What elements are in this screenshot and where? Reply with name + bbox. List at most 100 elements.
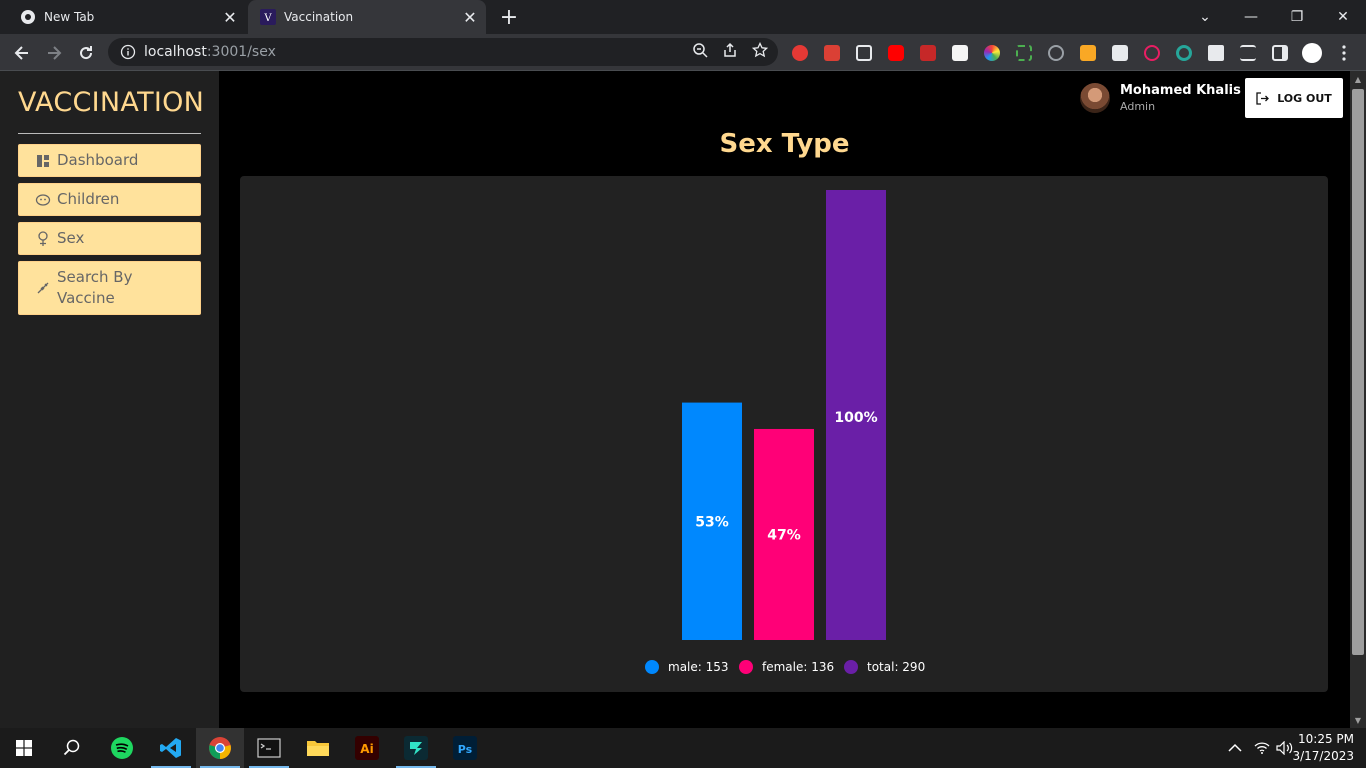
reload-button[interactable] bbox=[72, 39, 100, 67]
sidebar-item-label: Search By Vaccine bbox=[57, 268, 133, 307]
tab-title: New Tab bbox=[44, 10, 95, 24]
sidebar-item-label: Dashboard bbox=[57, 151, 139, 169]
legend-marker-female[interactable] bbox=[739, 660, 753, 674]
terminal-icon[interactable] bbox=[245, 728, 293, 768]
scrollbar-thumb[interactable] bbox=[1352, 89, 1364, 655]
svg-text:Ai: Ai bbox=[360, 742, 373, 756]
bar-label-total: 100% bbox=[834, 410, 877, 426]
logout-icon bbox=[1256, 91, 1270, 105]
legend-marker-male[interactable] bbox=[645, 660, 659, 674]
page-title: Sex Type bbox=[719, 129, 850, 159]
female-symbol-icon bbox=[35, 230, 51, 247]
clock-date: 3/17/2023 bbox=[1292, 749, 1354, 763]
tab-close-icon[interactable]: ✕ bbox=[460, 7, 480, 27]
legend-label-female[interactable]: female: 136 bbox=[762, 660, 834, 674]
scroll-up-icon[interactable]: ▲ bbox=[1350, 71, 1366, 87]
address-bar[interactable]: localhost:3001/sex bbox=[108, 38, 778, 66]
clock-time: 10:25 PM bbox=[1298, 732, 1354, 746]
url-path: :3001/sex bbox=[206, 44, 276, 60]
baby-face-icon bbox=[35, 192, 51, 208]
brand-title[interactable]: VACCINATION bbox=[18, 87, 204, 118]
site-info-icon[interactable] bbox=[120, 44, 136, 60]
new-tab-button[interactable]: + bbox=[498, 5, 520, 30]
svg-text:Ps: Ps bbox=[458, 743, 473, 756]
avatar bbox=[1080, 83, 1110, 113]
legend-label-total[interactable]: total: 290 bbox=[867, 660, 925, 674]
dashboard-icon bbox=[35, 153, 51, 169]
extension-honey-icon[interactable] bbox=[1076, 41, 1100, 65]
volume-icon[interactable] bbox=[1276, 728, 1294, 768]
search-icon[interactable] bbox=[48, 728, 96, 768]
file-explorer-icon[interactable] bbox=[294, 728, 342, 768]
filmora-icon[interactable] bbox=[392, 728, 440, 768]
extension-window-icon[interactable] bbox=[852, 41, 876, 65]
sidebar: VACCINATION Dashboard Children Sex Searc… bbox=[0, 71, 219, 728]
close-window-button[interactable]: ✕ bbox=[1320, 0, 1366, 34]
wifi-icon[interactable] bbox=[1254, 728, 1270, 768]
extension-stop-icon[interactable] bbox=[788, 41, 812, 65]
sidebar-item-sex[interactable]: Sex bbox=[18, 222, 201, 255]
chrome-taskbar-icon[interactable] bbox=[196, 728, 244, 768]
page-scrollbar[interactable]: ▲ ▼ bbox=[1350, 71, 1366, 728]
user-profile[interactable]: Mohamed Khalis Admin bbox=[1080, 83, 1241, 113]
scroll-down-icon[interactable]: ▼ bbox=[1350, 712, 1366, 728]
sidebar-item-children[interactable]: Children bbox=[18, 183, 201, 216]
show-hidden-icons-icon[interactable] bbox=[1228, 728, 1242, 768]
tab-search-chevron-icon[interactable]: ⌄ bbox=[1182, 0, 1228, 34]
sidebar-item-label: Sex bbox=[57, 229, 85, 247]
browser-menu-icon[interactable] bbox=[1332, 41, 1356, 65]
windows-start-icon[interactable] bbox=[0, 728, 48, 768]
sidebar-item-label: Children bbox=[57, 190, 120, 208]
back-button[interactable] bbox=[8, 39, 36, 67]
extension-play-icon[interactable] bbox=[1140, 41, 1164, 65]
bookmark-star-icon[interactable] bbox=[752, 42, 768, 58]
svg-text:V: V bbox=[263, 13, 272, 24]
zoom-icon[interactable] bbox=[692, 42, 708, 58]
tab-close-icon[interactable]: ✕ bbox=[220, 7, 240, 27]
bar-label-female: 47% bbox=[767, 527, 801, 543]
spotify-icon[interactable] bbox=[98, 728, 146, 768]
logout-button[interactable]: LOG OUT bbox=[1245, 78, 1343, 118]
photoshop-icon[interactable]: Ps bbox=[441, 728, 489, 768]
side-panel-icon[interactable] bbox=[1268, 41, 1292, 65]
vscode-icon[interactable] bbox=[147, 728, 195, 768]
windows-taskbar: Ai Ps 10:25 PM 3/17/2023 bbox=[0, 728, 1366, 768]
system-clock[interactable]: 10:25 PM 3/17/2023 bbox=[1292, 731, 1354, 765]
profile-avatar-icon[interactable] bbox=[1300, 41, 1324, 65]
extension-compass-icon[interactable] bbox=[1044, 41, 1068, 65]
user-role: Admin bbox=[1120, 100, 1156, 113]
browser-toolbar: localhost:3001/sex bbox=[0, 34, 1366, 71]
illustrator-icon[interactable]: Ai bbox=[343, 728, 391, 768]
share-icon[interactable] bbox=[722, 42, 738, 58]
tab-title: Vaccination bbox=[284, 10, 354, 24]
extension-todoist-icon[interactable] bbox=[820, 41, 844, 65]
browser-tab-new-tab[interactable]: New Tab ✕ bbox=[8, 0, 246, 34]
divider bbox=[18, 133, 201, 134]
url-host: localhost bbox=[144, 44, 207, 60]
extension-youtube-icon[interactable] bbox=[884, 41, 908, 65]
legend-label-male[interactable]: male: 153 bbox=[668, 660, 729, 674]
extension-screenshot-icon[interactable] bbox=[1012, 41, 1036, 65]
chrome-icon bbox=[20, 9, 36, 25]
page-viewport: VACCINATION Dashboard Children Sex Searc… bbox=[0, 71, 1350, 728]
extension-note-icon[interactable] bbox=[948, 41, 972, 65]
extensions-puzzle-icon[interactable] bbox=[1204, 41, 1228, 65]
extension-color-icon[interactable] bbox=[980, 41, 1004, 65]
media-control-icon[interactable] bbox=[1236, 41, 1260, 65]
browser-tab-vaccination[interactable]: V Vaccination ✕ bbox=[248, 0, 486, 34]
minimize-button[interactable]: — bbox=[1228, 0, 1274, 34]
logout-label: LOG OUT bbox=[1277, 91, 1332, 105]
legend-marker-total[interactable] bbox=[844, 660, 858, 674]
restore-button[interactable]: ❐ bbox=[1274, 0, 1320, 34]
extension-target-icon[interactable] bbox=[1172, 41, 1196, 65]
syringe-icon bbox=[35, 280, 51, 296]
extension-red-icon[interactable] bbox=[916, 41, 940, 65]
sidebar-item-dashboard[interactable]: Dashboard bbox=[18, 144, 201, 177]
sidebar-item-search-by-vaccine[interactable]: Search By Vaccine bbox=[18, 261, 201, 315]
user-name: Mohamed Khalis bbox=[1120, 83, 1241, 98]
extension-glasses-icon[interactable] bbox=[1108, 41, 1132, 65]
forward-button[interactable] bbox=[40, 39, 68, 67]
sex-type-bar-chart: 53% 47% 100% male: 153 female: 136 total: 290 bbox=[645, 190, 925, 674]
bar-label-male: 53% bbox=[695, 514, 729, 530]
browser-tab-strip: New Tab ✕ V Vaccination ✕ + ⌄ — ❐ ✕ bbox=[0, 0, 1366, 34]
